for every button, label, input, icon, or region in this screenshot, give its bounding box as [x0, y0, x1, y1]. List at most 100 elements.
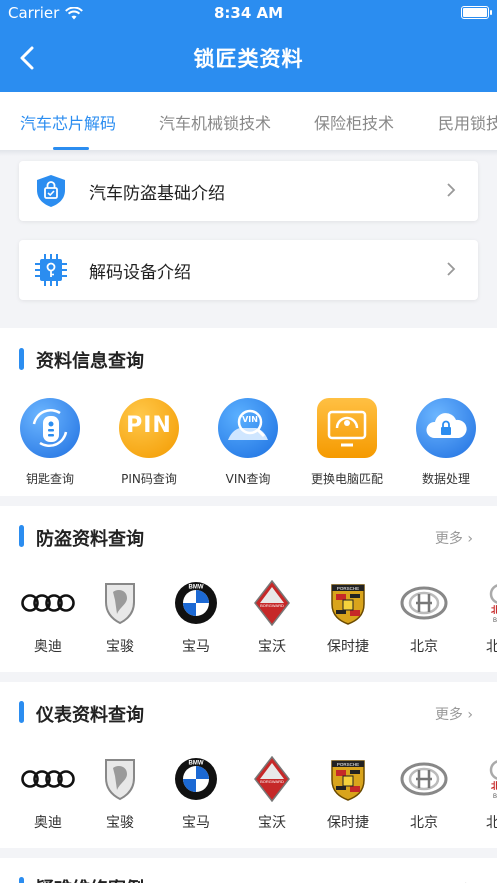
brand-item-6[interactable]: 北京 BAIC 北汽: [462, 580, 497, 656]
status-bar: Carrier 8:34 AM: [0, 0, 497, 26]
svg-text:BMW: BMW: [189, 761, 204, 767]
more-label: 更多: [434, 531, 463, 547]
beijing-logo-icon: [400, 586, 448, 620]
section-accent-bar: [19, 348, 24, 370]
brand-item-1[interactable]: 宝骏: [82, 756, 158, 832]
brand-name: 奥迪: [34, 639, 62, 655]
tab-car-chip-decoding[interactable]: 汽车芯片解码: [20, 110, 116, 134]
section-accent-bar: [19, 525, 24, 547]
feature-computer-swap[interactable]: 更换电脑匹配: [302, 398, 392, 487]
page-title: 锁匠类资料: [193, 47, 304, 71]
brand-item-1[interactable]: 宝骏: [82, 580, 158, 656]
brand-item-4[interactable]: PORSCHE 保时捷: [310, 580, 386, 656]
svg-text:北京: 北京: [491, 780, 497, 792]
brand-logo: [10, 580, 86, 626]
chevron-right-icon: ›: [467, 531, 473, 547]
audi-logo-icon: [21, 594, 75, 612]
topic-label: 解码设备介绍: [89, 263, 191, 283]
borgward-logo-icon: BORGWARD: [254, 580, 290, 626]
bmw-logo-icon: BMW: [175, 582, 217, 624]
brand-logo: [386, 580, 462, 626]
svg-text:北京: 北京: [491, 604, 497, 616]
brand-logo: BORGWARD: [234, 756, 310, 802]
shield-icon: [37, 175, 65, 207]
more-link[interactable]: 更多 ›: [435, 528, 473, 548]
section-title: 仪表资料查询: [36, 705, 144, 726]
brand-logo: BORGWARD: [234, 580, 310, 626]
pin-icon-text: PIN: [126, 413, 172, 438]
feature-data-processing[interactable]: 数据处理: [401, 398, 491, 487]
svg-text:BAIC: BAIC: [493, 794, 497, 800]
brand-item-3[interactable]: BORGWARD 宝沃: [234, 580, 310, 656]
brand-item-2[interactable]: BMW 宝马: [158, 580, 234, 656]
brand-row: 奥迪 宝骏 BMW 宝马 BORGWARD 宝沃 PORSCHE 保时捷 北京 …: [0, 580, 497, 660]
brand-name: 宝沃: [258, 639, 286, 655]
brand-logo: 北京 BAIC: [462, 756, 497, 802]
brand-logo: [386, 756, 462, 802]
chip-icon: [35, 254, 67, 286]
brand-name: 宝骏: [106, 639, 134, 655]
section-title: 防盗资料查询: [36, 529, 144, 550]
feature-label: 更换电脑匹配: [310, 472, 383, 486]
brand-name: 北京: [410, 639, 438, 655]
brand-logo: BMW: [158, 756, 234, 802]
topic-card-decoding-devices[interactable]: 解码设备介绍: [19, 240, 478, 300]
svg-text:PORSCHE: PORSCHE: [337, 762, 359, 767]
brand-item-0[interactable]: 奥迪: [10, 756, 86, 832]
brand-item-4[interactable]: PORSCHE 保时捷: [310, 756, 386, 832]
section-title: 资料信息查询: [36, 351, 144, 372]
feature-label: PIN码查询: [121, 472, 177, 486]
feature-key-query[interactable]: 钥匙查询: [5, 398, 95, 487]
brand-name: 北汽: [486, 815, 497, 831]
tab-car-mechanical-lock[interactable]: 汽车机械锁技术: [159, 110, 271, 134]
section-accent-bar: [19, 701, 24, 723]
feature-vin-query[interactable]: VIN VIN查询: [203, 398, 293, 487]
antitheft-query-section: 防盗资料查询 更多 › 奥迪 宝骏 BMW 宝马 BORGWARD 宝沃 POR…: [0, 506, 497, 672]
brand-logo: BMW: [158, 580, 234, 626]
more-label: 更多: [434, 707, 463, 723]
brand-item-6[interactable]: 北京 BAIC 北汽: [462, 756, 497, 832]
repair-cases-section: 疑难维修案例 更多: [0, 858, 497, 883]
brand-name: 奥迪: [34, 815, 62, 831]
brand-item-0[interactable]: 奥迪: [10, 580, 86, 656]
brand-logo: PORSCHE: [310, 580, 386, 626]
topic-label: 汽车防盗基础介绍: [89, 184, 225, 204]
brand-item-5[interactable]: 北京: [386, 756, 462, 832]
brand-logo: 北京 BAIC: [462, 580, 497, 626]
svg-text:BORGWARD: BORGWARD: [260, 603, 284, 608]
brand-row: 奥迪 宝骏 BMW 宝马 BORGWARD 宝沃 PORSCHE 保时捷 北京 …: [0, 756, 497, 836]
brand-logo: PORSCHE: [310, 756, 386, 802]
brand-name: 北京: [410, 815, 438, 831]
computer-swap-icon: [317, 398, 377, 458]
brand-item-5[interactable]: 北京: [386, 580, 462, 656]
brand-name: 北汽: [486, 639, 497, 655]
brand-name: 宝马: [182, 815, 210, 831]
feature-pin-query[interactable]: PIN PIN码查询: [104, 398, 194, 487]
car-key-icon: [20, 398, 80, 458]
beijing-logo-icon: [400, 762, 448, 796]
dashboard-query-section: 仪表资料查询 更多 › 奥迪 宝骏 BMW 宝马 BORGWARD 宝沃 POR…: [0, 682, 497, 848]
more-link[interactable]: 更多 ›: [435, 704, 473, 724]
baic-logo-icon: 北京 BAIC: [489, 760, 497, 800]
brand-name: 保时捷: [327, 815, 369, 831]
feature-label: 钥匙查询: [25, 472, 74, 486]
topic-card-antitheft-basics[interactable]: 汽车防盗基础介绍: [19, 161, 478, 221]
baojun-logo-icon: [105, 583, 135, 625]
status-time: 8:34 AM: [213, 4, 284, 22]
cloud-lock-icon: [416, 398, 476, 458]
brand-item-3[interactable]: BORGWARD 宝沃: [234, 756, 310, 832]
brand-name: 宝骏: [106, 815, 134, 831]
tab-civil-lock[interactable]: 民用锁技术: [438, 110, 497, 134]
brand-item-2[interactable]: BMW 宝马: [158, 756, 234, 832]
borgward-logo-icon: BORGWARD: [254, 756, 290, 802]
info-query-section: 资料信息查询 钥匙查询 PIN PIN码查询 VIN VIN查询 更换电脑匹配 …: [0, 328, 497, 496]
battery-icon: [461, 6, 492, 19]
audi-logo-icon: [21, 770, 75, 788]
baic-logo-icon: 北京 BAIC: [489, 584, 497, 624]
tabs-divider: [0, 150, 497, 156]
brand-logo: [10, 756, 86, 802]
section-title: 疑难维修案例: [36, 875, 144, 883]
tab-safe-technology[interactable]: 保险柜技术: [314, 110, 394, 134]
chevron-right-icon: [447, 183, 456, 197]
pin-icon: PIN: [119, 398, 179, 458]
